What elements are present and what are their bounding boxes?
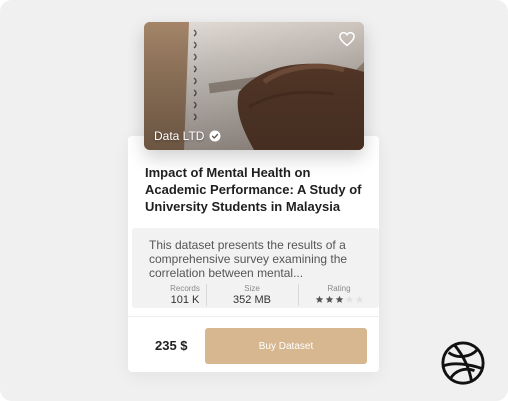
dataset-description: This dataset presents the results of a c… (149, 238, 348, 280)
records-label: Records (170, 284, 200, 293)
rating-stat: Rating (304, 284, 374, 304)
star-filled-icon (315, 295, 323, 303)
publisher-name[interactable]: Data LTD (154, 129, 221, 143)
records-value: 101 K (170, 294, 200, 306)
dataset-cover-image: Data LTD (144, 22, 364, 150)
star-empty-icon (355, 295, 363, 303)
card-divider (128, 316, 379, 317)
heart-icon[interactable] (338, 30, 356, 48)
star-filled-icon (335, 295, 343, 303)
dataset-info-panel: This dataset presents the results of a c… (132, 228, 379, 308)
size-value: 352 MB (233, 294, 271, 306)
rating-label: Rating (327, 284, 351, 293)
stats-divider (298, 284, 299, 306)
dataset-price: 235 $ (155, 338, 188, 353)
buy-dataset-button[interactable]: Buy Dataset (205, 328, 367, 364)
records-stat: Records 101 K (150, 284, 220, 307)
rating-stars (304, 295, 374, 304)
dataset-title[interactable]: Impact of Mental Health on Academic Perf… (145, 164, 373, 215)
dataset-stats: Records 101 K Size 352 MB Rating (132, 284, 379, 306)
dribbble-logo-icon[interactable] (440, 340, 486, 386)
stats-divider (206, 284, 207, 306)
star-filled-icon (325, 295, 333, 303)
star-empty-icon (345, 295, 353, 303)
check-badge-icon (209, 130, 221, 142)
size-label: Size (244, 284, 260, 293)
publisher-label: Data LTD (154, 129, 205, 143)
size-stat: Size 352 MB (217, 284, 287, 307)
